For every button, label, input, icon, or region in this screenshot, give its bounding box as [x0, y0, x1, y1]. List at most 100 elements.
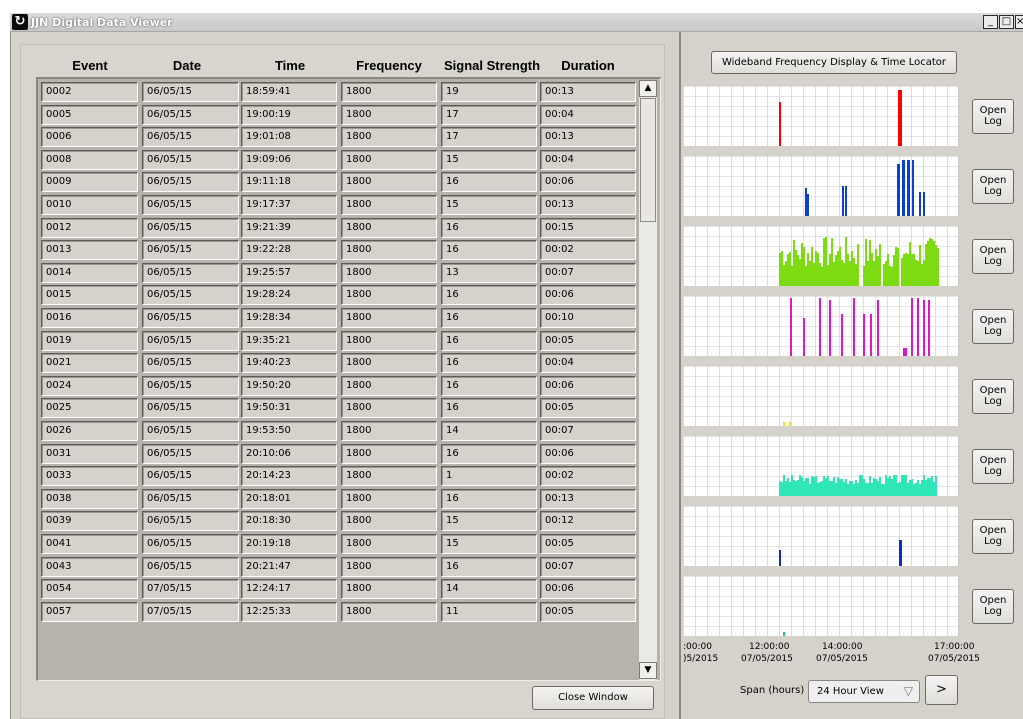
- open-log-button-4[interactable]: Open Log: [972, 309, 1014, 344]
- table-scrollbar[interactable]: ▲ ▼: [639, 80, 657, 680]
- cell-time: 18:59:41: [241, 82, 337, 102]
- cell-event: 0039: [41, 511, 138, 531]
- log-label: Log: [984, 116, 1002, 127]
- scroll-thumb[interactable]: [640, 98, 656, 222]
- span-select[interactable]: 24 Hour View ▽: [808, 680, 920, 703]
- maximize-button[interactable]: □: [999, 15, 1014, 29]
- open-log-button-6[interactable]: Open Log: [972, 449, 1014, 484]
- axis-date-3: 07/05/2015: [816, 654, 868, 664]
- cell-event: 0026: [41, 421, 138, 441]
- cell-signal-strength: 16: [441, 398, 537, 418]
- cell-date: 06/05/15: [142, 195, 239, 215]
- cell-event: 0024: [41, 376, 138, 396]
- cell-frequency: 1800: [341, 353, 437, 373]
- minimize-button[interactable]: _: [983, 15, 998, 29]
- cell-time: 19:21:39: [241, 218, 337, 238]
- signal-mark: [903, 348, 907, 356]
- cell-frequency: 1800: [341, 376, 437, 396]
- cell-duration: 00:04: [540, 353, 636, 373]
- cell-signal-strength: 16: [441, 444, 537, 464]
- cell-date: 06/05/15: [142, 218, 239, 238]
- cell-event: 0005: [41, 105, 138, 125]
- track-graph-7[interactable]: [683, 506, 959, 566]
- cell-time: 19:22:28: [241, 240, 337, 260]
- open-log-label: Open: [979, 595, 1007, 606]
- close-window-button[interactable]: Close Window: [532, 686, 654, 710]
- cell-event: 0021: [41, 353, 138, 373]
- signal-mark: [898, 90, 902, 146]
- span-label: Span (hours): [740, 685, 805, 696]
- cell-duration: 00:12: [540, 511, 636, 531]
- scroll-up-arrow-icon[interactable]: ▲: [639, 80, 657, 97]
- signal-mark: [819, 298, 821, 356]
- panel-divider: [679, 32, 681, 719]
- signal-mark: [897, 248, 899, 286]
- cell-event: 0031: [41, 444, 138, 464]
- axis-time-3: 14:00:00: [822, 642, 863, 652]
- signal-mark: [911, 298, 913, 356]
- track-graph-1[interactable]: [683, 86, 959, 146]
- open-log-button-7[interactable]: Open Log: [972, 519, 1014, 554]
- cell-time: 19:28:24: [241, 285, 337, 305]
- cell-time: 19:35:21: [241, 331, 337, 351]
- open-log-button-5[interactable]: Open Log: [972, 379, 1014, 414]
- cell-time: 19:25:57: [241, 263, 337, 283]
- cell-time: 20:18:01: [241, 489, 337, 509]
- axis-time-2: 12:00:00: [749, 642, 790, 652]
- cell-duration: 00:04: [540, 105, 636, 125]
- cell-signal-strength: 13: [441, 263, 537, 283]
- cell-duration: 00:13: [540, 489, 636, 509]
- header-signal-strength: Signal Strength: [443, 58, 541, 73]
- cell-event: 0012: [41, 218, 138, 238]
- track-graph-3[interactable]: [683, 226, 959, 286]
- scroll-down-arrow-icon[interactable]: ▼: [639, 662, 657, 679]
- axis-time-1: :00:00: [683, 642, 712, 652]
- cell-duration: 00:06: [540, 444, 636, 464]
- cell-date: 06/05/15: [142, 511, 239, 531]
- cell-duration: 00:13: [540, 195, 636, 215]
- cell-signal-strength: 16: [441, 376, 537, 396]
- track-graph-2[interactable]: [683, 156, 959, 216]
- cell-duration: 00:05: [540, 398, 636, 418]
- cell-date: 06/05/15: [142, 331, 239, 351]
- open-log-button-3[interactable]: Open Log: [972, 239, 1014, 274]
- cell-frequency: 1800: [341, 489, 437, 509]
- cell-event: 0043: [41, 557, 138, 577]
- track-graph-5[interactable]: [683, 366, 959, 426]
- open-log-button-8[interactable]: Open Log: [972, 589, 1014, 624]
- track-graph-4[interactable]: [683, 296, 959, 356]
- cell-date: 06/05/15: [142, 263, 239, 283]
- cell-time: 19:50:31: [241, 398, 337, 418]
- cell-signal-strength: 16: [441, 240, 537, 260]
- cell-duration: 00:06: [540, 376, 636, 396]
- cell-frequency: 1800: [341, 150, 437, 170]
- signal-mark: [928, 300, 930, 356]
- signal-mark: [841, 314, 843, 356]
- close-window-icon[interactable]: ×: [1015, 15, 1023, 29]
- wideband-display-button[interactable]: Wideband Frequency Display & Time Locato…: [711, 51, 957, 74]
- cell-frequency: 1800: [341, 127, 437, 147]
- log-label: Log: [984, 606, 1002, 617]
- open-log-button-1[interactable]: Open Log: [972, 99, 1014, 134]
- open-log-label: Open: [979, 525, 1007, 536]
- track-graph-8[interactable]: [683, 576, 959, 636]
- axis-date-1: )5/2015: [683, 654, 719, 664]
- cell-event: 0008: [41, 150, 138, 170]
- open-log-button-2[interactable]: Open Log: [972, 169, 1014, 204]
- next-span-button[interactable]: >: [925, 675, 958, 705]
- signal-mark: [919, 192, 921, 216]
- cell-date: 06/05/15: [142, 466, 239, 486]
- cell-frequency: 1800: [341, 421, 437, 441]
- cell-date: 06/05/15: [142, 105, 239, 125]
- track-graph-6[interactable]: [683, 436, 959, 496]
- cell-signal-strength: 16: [441, 308, 537, 328]
- cell-signal-strength: 15: [441, 534, 537, 554]
- signal-mark: [857, 244, 859, 286]
- cell-event: 0019: [41, 331, 138, 351]
- title-bar[interactable]: ↻ JJN Digital Data Viewer _ □ ×: [10, 13, 1023, 32]
- log-label: Log: [984, 466, 1002, 477]
- cell-duration: 00:13: [540, 82, 636, 102]
- cell-duration: 00:02: [540, 240, 636, 260]
- cell-date: 06/05/15: [142, 534, 239, 554]
- cell-signal-strength: 11: [441, 602, 537, 622]
